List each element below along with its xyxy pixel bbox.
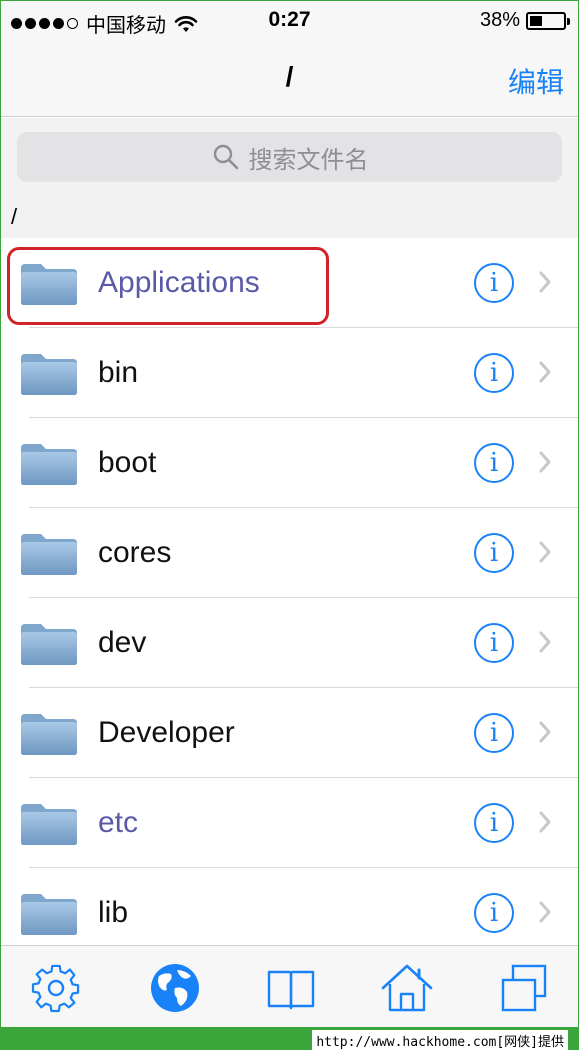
app-screen: 中国移动 0:27 38% / 编辑 搜索文件名 / Applications … bbox=[0, 0, 579, 1050]
chevron-right-icon bbox=[539, 721, 551, 743]
status-bar: 中国移动 0:27 38% bbox=[1, 1, 578, 41]
search-placeholder: 搜索文件名 bbox=[248, 145, 369, 174]
info-icon[interactable]: i bbox=[474, 713, 514, 753]
navigation-bar: / 编辑 bbox=[1, 41, 578, 117]
file-name: etc bbox=[98, 806, 139, 839]
chevron-right-icon bbox=[539, 811, 551, 833]
chevron-right-icon bbox=[539, 271, 551, 293]
tab-browser[interactable] bbox=[147, 960, 203, 1016]
tab-bookmarks[interactable] bbox=[263, 960, 319, 1016]
battery-percent: 38% bbox=[479, 9, 520, 31]
info-icon[interactable]: i bbox=[474, 263, 514, 303]
watermark-text: http://www.hackhome.com[网侠]提供 bbox=[312, 1030, 568, 1050]
chevron-right-icon bbox=[539, 541, 551, 563]
current-path: / bbox=[1, 198, 578, 238]
tab-bar bbox=[1, 945, 578, 1027]
edit-button[interactable]: 编辑 bbox=[508, 61, 564, 101]
file-row-boot[interactable]: boot i bbox=[1, 418, 578, 508]
file-name: Applications bbox=[98, 266, 260, 299]
file-row-applications[interactable]: Applications i bbox=[1, 238, 578, 328]
chevron-right-icon bbox=[539, 901, 551, 923]
file-list: Applications i bin i boot i cores i dev … bbox=[1, 238, 578, 958]
file-name: bin bbox=[98, 356, 139, 389]
info-icon[interactable]: i bbox=[474, 803, 514, 843]
watermark-bar: http://www.hackhome.com[网侠]提供 bbox=[1, 1027, 578, 1050]
file-name: Developer bbox=[98, 716, 235, 749]
file-name: cores bbox=[98, 536, 172, 569]
info-icon[interactable]: i bbox=[474, 353, 514, 393]
chevron-right-icon bbox=[539, 361, 551, 383]
search-area: 搜索文件名 bbox=[1, 118, 578, 198]
folder-icon bbox=[21, 894, 77, 935]
chevron-right-icon bbox=[539, 631, 551, 653]
file-name: boot bbox=[98, 446, 157, 479]
folder-icon bbox=[21, 534, 77, 575]
file-row-dev[interactable]: dev i bbox=[1, 598, 578, 688]
search-input[interactable]: 搜索文件名 bbox=[17, 132, 562, 182]
home-icon bbox=[381, 964, 433, 1012]
page-title: / bbox=[285, 61, 294, 92]
info-icon[interactable]: i bbox=[474, 533, 514, 573]
file-row-cores[interactable]: cores i bbox=[1, 508, 578, 598]
windows-icon bbox=[501, 964, 547, 1012]
file-name: lib bbox=[98, 896, 129, 929]
folder-icon bbox=[21, 444, 77, 485]
gear-icon bbox=[31, 964, 80, 1013]
battery-icon bbox=[526, 11, 570, 30]
tab-home[interactable] bbox=[379, 960, 435, 1016]
file-row-etc[interactable]: etc i bbox=[1, 778, 578, 868]
info-icon[interactable]: i bbox=[474, 443, 514, 483]
globe-icon bbox=[151, 964, 199, 1012]
folder-icon bbox=[21, 354, 77, 395]
status-right: 38% bbox=[479, 9, 570, 32]
folder-icon bbox=[21, 804, 77, 845]
search-icon bbox=[213, 144, 238, 170]
file-row-developer[interactable]: Developer i bbox=[1, 688, 578, 778]
file-row-bin[interactable]: bin i bbox=[1, 328, 578, 418]
tab-windows[interactable] bbox=[497, 960, 553, 1016]
folder-icon bbox=[21, 264, 77, 305]
info-icon[interactable]: i bbox=[474, 623, 514, 663]
chevron-right-icon bbox=[539, 451, 551, 473]
folder-icon bbox=[21, 624, 77, 665]
info-icon[interactable]: i bbox=[474, 893, 514, 933]
folder-icon bbox=[21, 714, 77, 755]
book-icon bbox=[267, 970, 315, 1010]
file-name: dev bbox=[98, 626, 147, 659]
tab-settings[interactable] bbox=[28, 960, 84, 1016]
